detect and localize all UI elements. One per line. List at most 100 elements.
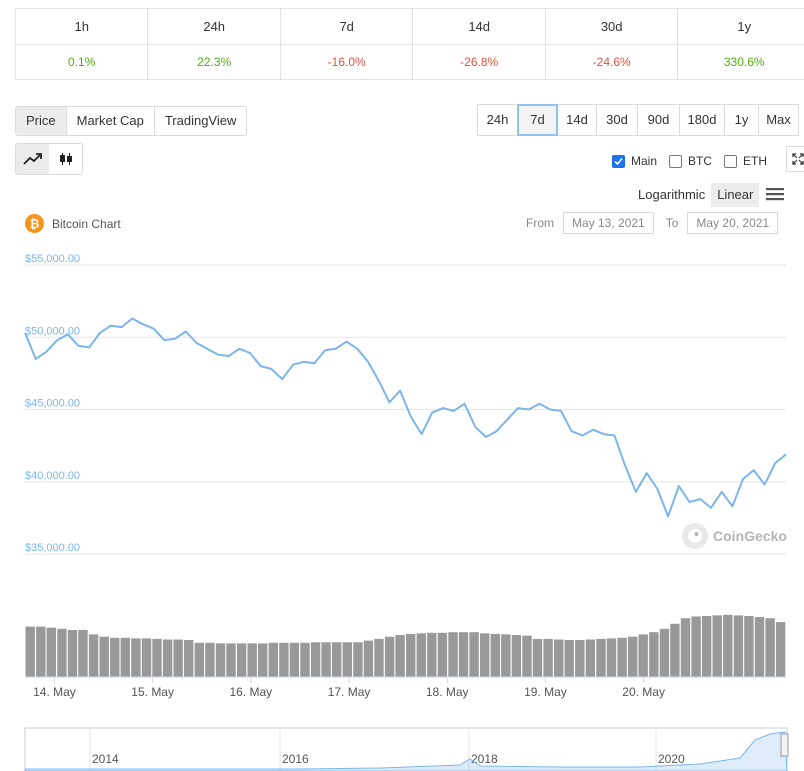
x-tick-label: 15. May [131, 685, 174, 699]
volume-bar [374, 638, 384, 677]
x-tick-label: 14. May [33, 685, 76, 699]
volume-bar [532, 638, 543, 677]
change-header-30d: 30d [544, 8, 679, 45]
volume-bar [332, 642, 342, 677]
volume-bar [310, 642, 321, 677]
x-tick-label: 20. May [622, 685, 665, 699]
change-value-1y: 330.6% [677, 44, 804, 80]
change-header-1h: 1h [14, 8, 149, 45]
volume-bar [596, 638, 606, 677]
navigator-label: 2014 [92, 752, 119, 766]
volume-bar [649, 632, 659, 677]
volume-bar [775, 622, 786, 677]
compare-btc[interactable]: BTC [669, 154, 712, 168]
expand-icon [792, 153, 804, 165]
to-label: To [665, 216, 679, 230]
volume-bar [99, 636, 109, 677]
volume-bar [131, 638, 141, 677]
checkbox-btc[interactable] [669, 154, 683, 168]
coingecko-logo-icon [682, 523, 708, 549]
compare-checkboxes: Main BTC ETH [612, 154, 779, 168]
price-series-line [24, 317, 787, 518]
to-date-input[interactable]: May 20, 2021 [687, 212, 779, 234]
range-24h[interactable]: 24h [477, 104, 518, 136]
compare-eth-label: ETH [743, 154, 768, 168]
tab-tradingview[interactable]: TradingView [155, 107, 247, 135]
volume-bar [36, 626, 46, 677]
volume-bar [480, 633, 490, 677]
range-180d[interactable]: 180d [679, 104, 725, 136]
volume-bar [342, 642, 352, 677]
volume-bar [723, 614, 733, 677]
volume-bar [543, 638, 553, 677]
volume-bar [427, 632, 437, 677]
volume-bar [448, 632, 458, 677]
checkbox-main[interactable] [612, 154, 625, 168]
volume-bar [585, 639, 596, 677]
volume-bar [120, 637, 130, 677]
volume-bar [258, 643, 268, 677]
volume-bar [416, 633, 426, 677]
x-tick-label: 17. May [328, 685, 371, 699]
range-90d[interactable]: 90d [637, 104, 680, 136]
volume-bar [300, 642, 310, 677]
range-7d[interactable]: 7d [517, 104, 558, 136]
navigator-handle [780, 733, 789, 757]
volume-bar [670, 623, 680, 677]
volume-bar [162, 639, 173, 677]
line-chart-button[interactable] [16, 144, 49, 174]
x-tick-label: 18. May [426, 685, 469, 699]
range-max[interactable]: Max [758, 104, 799, 136]
y-tick-label: $45,000.00 [25, 398, 80, 410]
navigator[interactable]: 2014 2016 2018 2020 [0, 722, 804, 771]
volume-bar [25, 626, 35, 677]
tab-market-cap[interactable]: Market Cap [67, 107, 155, 135]
chart-type-toggle [15, 143, 83, 175]
candlestick-chart-button[interactable] [49, 144, 82, 174]
range-14d[interactable]: 14d [557, 104, 597, 136]
scale-linear[interactable]: Linear [711, 183, 760, 207]
fullscreen-button[interactable] [786, 146, 804, 172]
compare-btc-label: BTC [688, 154, 713, 168]
volume-bar [215, 643, 226, 677]
change-header-1y: 1y [677, 8, 804, 45]
range-tabs: 24h 7d 14d 30d 90d 180d 1y Max [477, 104, 799, 136]
volume-bar [173, 639, 183, 677]
volume-bar [363, 640, 374, 677]
change-value-24h: 22.3% [147, 44, 281, 80]
volume-bar [194, 642, 204, 677]
change-value-14d: -26.8% [412, 44, 546, 80]
range-30d[interactable]: 30d [596, 104, 638, 136]
volume-bar [46, 627, 56, 677]
volume-bar [490, 633, 500, 677]
volume-bar [469, 632, 479, 677]
volume-bar [353, 642, 363, 677]
volume-bar [458, 632, 469, 677]
volume-bar [88, 634, 99, 677]
volume-bar [606, 638, 617, 677]
volume-bar [141, 638, 152, 677]
from-date-input[interactable]: May 13, 2021 [563, 212, 654, 234]
volume-bar [78, 630, 88, 677]
tab-price[interactable]: Price [16, 107, 67, 135]
volume-bar [236, 643, 247, 677]
scale-logarithmic[interactable]: Logarithmic [632, 183, 711, 207]
change-value-row: 0.1% 22.3% -16.0% -26.8% -24.6% 330.6% [14, 44, 804, 80]
chart-title-text: Bitcoin Chart [52, 216, 121, 231]
volume-bar [754, 617, 765, 677]
compare-main[interactable]: Main [612, 154, 657, 168]
price-chart[interactable]: $35,000.00 $40,000.00 $45,000.00 $50,000.00… [0, 240, 804, 710]
hamburger-menu-icon[interactable] [766, 187, 784, 201]
volume-bar [205, 642, 215, 677]
volume-bar [701, 616, 712, 677]
date-range: From May 13, 2021 To May 20, 2021 [526, 212, 779, 234]
volume-bar [744, 616, 754, 677]
y-tick-label: $35,000.00 [25, 542, 80, 554]
compare-eth[interactable]: ETH [724, 154, 767, 168]
chart-title: ₿ Bitcoin Chart [25, 214, 121, 233]
range-1y[interactable]: 1y [724, 104, 759, 136]
metric-tabs: Price Market Cap TradingView [15, 106, 248, 136]
checkbox-eth[interactable] [724, 154, 738, 168]
volume-bar [638, 634, 648, 677]
x-tick-label: 19. May [524, 685, 567, 699]
